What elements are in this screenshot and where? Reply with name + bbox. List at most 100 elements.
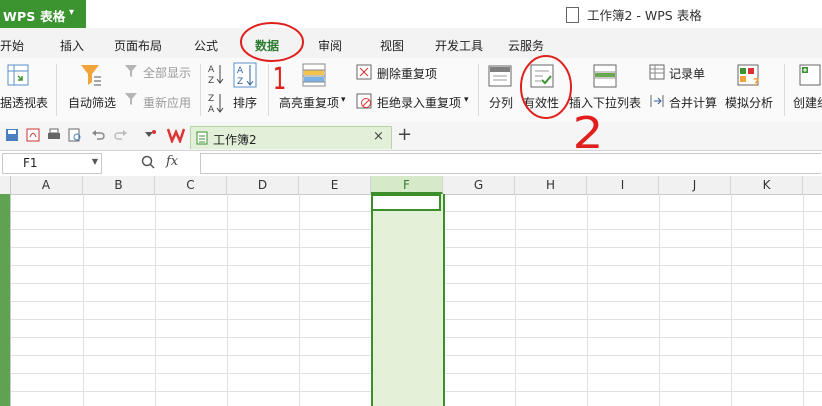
annotation-label-1: 1: [272, 62, 287, 97]
column-header-b[interactable]: B: [83, 176, 155, 194]
grid-column-line: [515, 194, 516, 406]
column-header-d[interactable]: D: [227, 176, 299, 194]
document-icon: [566, 7, 579, 23]
pivot-table-icon: [7, 64, 29, 86]
show-all-button[interactable]: 全部显示: [143, 64, 191, 81]
highlight-duplicates-icon: [302, 63, 326, 87]
column-header-e[interactable]: E: [299, 176, 371, 194]
active-cell[interactable]: [371, 194, 441, 211]
reject-duplicates-button[interactable]: 拒绝录入重复项: [377, 94, 461, 111]
menu-formula[interactable]: 公式: [194, 37, 218, 54]
document-tab-label: 工作簿2: [213, 133, 257, 147]
menu-insert[interactable]: 插入: [60, 37, 84, 54]
filter-show-all-icon: [124, 64, 140, 78]
wps-logo-icon[interactable]: [167, 127, 185, 143]
save-icon[interactable]: [5, 128, 19, 142]
insert-dropdown-list-icon: [593, 64, 617, 88]
menu-home[interactable]: 开始: [0, 37, 24, 54]
annotation-circle-data-menu: [240, 22, 304, 62]
svg-text:A: A: [237, 66, 244, 76]
what-if-analysis-button[interactable]: 模拟分析: [725, 94, 773, 111]
filter-reapply-icon: [124, 92, 140, 106]
print-icon[interactable]: [47, 128, 61, 142]
create-group-icon: [799, 64, 821, 86]
grid-column-line: [227, 194, 228, 406]
what-if-analysis-icon: ?: [737, 64, 763, 88]
zoom-search-icon[interactable]: [141, 155, 155, 169]
sort-icon: AZ: [233, 62, 257, 88]
reapply-button[interactable]: 重新应用: [143, 94, 191, 111]
print-preview-icon[interactable]: [68, 128, 82, 142]
svg-text:Z: Z: [208, 76, 214, 85]
remove-duplicates-icon: [356, 64, 372, 80]
column-header-k[interactable]: K: [731, 176, 803, 194]
window-title-text: 工作簿2 - WPS 表格: [587, 8, 702, 23]
export-pdf-icon[interactable]: [26, 128, 40, 142]
customize-dropdown-icon[interactable]: [144, 130, 156, 140]
column-header-g[interactable]: G: [443, 176, 515, 194]
app-menu-button[interactable]: WPS 表格 ▾: [0, 0, 86, 28]
column-header-h[interactable]: H: [515, 176, 587, 194]
remove-duplicates-button[interactable]: 删除重复项: [377, 65, 437, 82]
column-header-j[interactable]: J: [659, 176, 731, 194]
chevron-down-icon: ▾: [69, 7, 75, 18]
menu-bar: 开始 插入 页面布局 公式 数据 审阅 视图 开发工具 云服务: [0, 28, 822, 59]
ribbon: 据透视表 自动筛选 全部显示 重新应用 AZ AZ ZA 排序 高亮重复项 ▾ …: [0, 58, 822, 123]
column-header-c[interactable]: C: [155, 176, 227, 194]
create-group-button[interactable]: 创建组: [793, 94, 822, 111]
column-header-a[interactable]: A: [10, 176, 83, 194]
svg-text:A: A: [208, 105, 215, 114]
formula-input[interactable]: [200, 153, 821, 174]
filter-icon: [80, 63, 102, 87]
grid-column-line: [731, 194, 732, 406]
sort-button[interactable]: 排序: [233, 94, 257, 111]
selected-column-range[interactable]: [371, 194, 445, 406]
undo-icon[interactable]: [91, 128, 105, 142]
menu-page-layout[interactable]: 页面布局: [114, 37, 162, 54]
chevron-down-icon[interactable]: ▾: [341, 95, 346, 105]
reject-duplicates-icon: [356, 93, 372, 109]
window-title: 工作簿2 - WPS 表格: [566, 5, 702, 24]
consolidate-button[interactable]: 合并计算: [669, 94, 717, 111]
annotation-label-2: 2: [572, 108, 604, 159]
consolidate-icon: [649, 93, 665, 109]
document-tab[interactable]: 工作簿2 ×: [190, 126, 392, 149]
row-header-selection: [0, 194, 10, 406]
menu-view[interactable]: 视图: [380, 37, 404, 54]
sort-descending-icon: ZA: [208, 92, 224, 114]
grid-column-line: [803, 194, 804, 406]
svg-text:A: A: [208, 65, 215, 75]
column-header-f[interactable]: F: [371, 176, 443, 194]
grid-column-line: [659, 194, 660, 406]
column-header-i[interactable]: I: [587, 176, 659, 194]
annotation-circle-validity: [520, 55, 572, 119]
grid-column-line: [299, 194, 300, 406]
menu-developer[interactable]: 开发工具: [435, 37, 483, 54]
text-to-columns-icon: [488, 65, 512, 87]
grid-column-line: [587, 194, 588, 406]
column-header-row: A B C D E F G H I J K: [0, 176, 822, 195]
svg-text:Z: Z: [208, 94, 214, 104]
svg-text:?: ?: [753, 76, 759, 88]
grid-column-line: [83, 194, 84, 406]
sort-ascending-icon: AZ: [208, 63, 224, 85]
name-box[interactable]: F1 ▼: [2, 153, 102, 174]
redo-icon[interactable]: [114, 128, 128, 142]
record-form-button[interactable]: 记录单: [669, 65, 705, 82]
text-to-columns-button[interactable]: 分列: [489, 94, 513, 111]
grid-column-line: [155, 194, 156, 406]
menu-review[interactable]: 审阅: [318, 37, 342, 54]
svg-text:Z: Z: [237, 77, 243, 87]
chevron-down-icon[interactable]: ▾: [464, 95, 469, 105]
spreadsheet-doc-icon: [196, 131, 208, 145]
new-tab-button[interactable]: +: [397, 124, 412, 145]
autofilter-button[interactable]: 自动筛选: [68, 94, 116, 111]
name-box-value: F1: [23, 156, 38, 170]
pivot-table-button[interactable]: 据透视表: [0, 94, 48, 111]
app-name: WPS 表格: [3, 9, 66, 24]
close-icon[interactable]: ×: [373, 129, 384, 144]
highlight-duplicates-button[interactable]: 高亮重复项: [279, 94, 339, 111]
record-form-icon: [649, 64, 665, 80]
chevron-down-icon[interactable]: ▼: [92, 157, 98, 166]
function-icon[interactable]: fx: [166, 154, 178, 169]
